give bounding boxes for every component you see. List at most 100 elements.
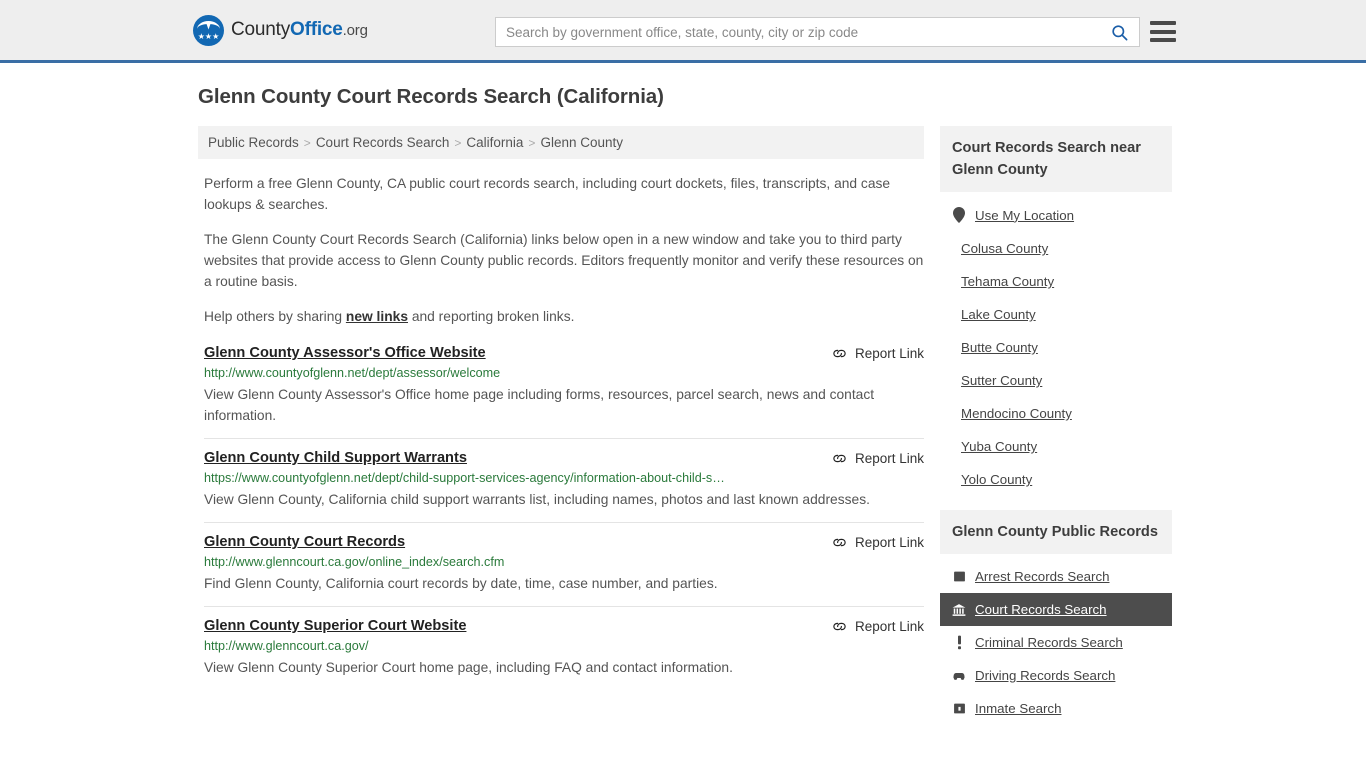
sidebar-item-label: Arrest Records Search bbox=[975, 569, 1110, 584]
sidebar-item-label: Colusa County bbox=[961, 241, 1049, 256]
result-header: Glenn County Superior Court Website Repor… bbox=[204, 618, 924, 634]
result-description: View Glenn County Assessor's Office home… bbox=[204, 387, 875, 423]
intro-paragraph-1: Perform a free Glenn County, CA public c… bbox=[204, 176, 891, 212]
records-link-criminal-records-search[interactable]: Criminal Records Search bbox=[940, 626, 1172, 659]
sidebar-item-label: Tehama County bbox=[961, 274, 1055, 289]
search-icon bbox=[1111, 24, 1127, 40]
sidebar-item-label: Butte County bbox=[961, 340, 1038, 355]
nearby-link-sutter-county[interactable]: Sutter County bbox=[940, 364, 1172, 397]
sidebar-item-label: Criminal Records Search bbox=[975, 635, 1123, 650]
car-icon bbox=[952, 669, 966, 682]
new-links-link[interactable]: new links bbox=[346, 309, 408, 324]
records-link-driving-records-search[interactable]: Driving Records Search bbox=[940, 659, 1172, 692]
result-item: Glenn County Court Records Report Link htt… bbox=[204, 522, 924, 606]
result-header: Glenn County Assessor's Office Website Re… bbox=[204, 345, 924, 361]
breadcrumb-item-2[interactable]: California bbox=[466, 135, 523, 150]
result-url[interactable]: http://www.glenncourt.ca.gov/ bbox=[204, 639, 924, 653]
jail-icon bbox=[953, 703, 965, 714]
page-title: Glenn County Court Records Search (Calif… bbox=[198, 85, 664, 108]
nearby-link-butte-county[interactable]: Butte County bbox=[940, 331, 1172, 364]
result-header: Glenn County Court Records Report Link bbox=[204, 534, 924, 550]
sidebar-item-label: Yolo County bbox=[961, 472, 1033, 487]
result-description: Find Glenn County, California court reco… bbox=[204, 576, 718, 591]
logo-text-org: .org bbox=[342, 22, 368, 39]
report-link-button[interactable]: Report Link bbox=[832, 618, 924, 634]
records-link-court-records-search[interactable]: Court Records Search bbox=[940, 593, 1172, 626]
breadcrumb: Public Records > Court Records Search > … bbox=[198, 126, 924, 159]
intro-paragraph-3: Help others by sharing new links and rep… bbox=[204, 306, 924, 327]
public-records-title: Glenn County Public Records bbox=[940, 510, 1172, 554]
breadcrumb-item-0[interactable]: Public Records bbox=[208, 135, 299, 150]
nearby-link-colusa-county[interactable]: Colusa County bbox=[940, 232, 1172, 265]
result-header: Glenn County Child Support Warrants Repor… bbox=[204, 450, 924, 466]
search-input[interactable] bbox=[496, 18, 1099, 46]
sidebar-item-label: Use My Location bbox=[975, 207, 1075, 223]
nearby-link-yolo-county[interactable]: Yolo County bbox=[940, 463, 1172, 496]
car-icon bbox=[953, 673, 965, 680]
result-description: View Glenn County Superior Court home pa… bbox=[204, 660, 733, 675]
breadcrumb-item-1[interactable]: Court Records Search bbox=[316, 135, 450, 150]
site-header: ★★★ CountyOffice.org bbox=[0, 0, 1366, 63]
nearby-link-lake-county[interactable]: Lake County bbox=[940, 298, 1172, 331]
result-description: View Glenn County, California child supp… bbox=[204, 492, 870, 507]
report-link-label: Report Link bbox=[854, 346, 924, 361]
result-title-link[interactable]: Glenn County Child Support Warrants bbox=[204, 450, 467, 466]
sidebar-item-label: Inmate Search bbox=[975, 701, 1062, 716]
fingerprint-icon bbox=[953, 571, 965, 582]
broken-link-icon bbox=[833, 538, 846, 547]
map-pin-icon bbox=[952, 207, 966, 223]
result-url[interactable]: http://www.countyofglenn.net/dept/assess… bbox=[204, 366, 924, 380]
breadcrumb-item-3[interactable]: Glenn County bbox=[540, 135, 623, 150]
map-pin-icon bbox=[953, 207, 965, 223]
report-link-label: Report Link bbox=[854, 451, 924, 466]
result-url[interactable]: https://www.countyofglenn.net/dept/child… bbox=[204, 471, 924, 485]
nearby-link-use-my-location[interactable]: Use My Location bbox=[940, 198, 1172, 232]
result-title-link[interactable]: Glenn County Court Records bbox=[204, 534, 405, 550]
nearby-county-list: Use My Location Colusa County Tehama Count… bbox=[940, 192, 1172, 496]
emblem-stars: ★★★ bbox=[197, 31, 220, 41]
sidebar-item-label: Driving Records Search bbox=[975, 668, 1116, 683]
exclamation-icon bbox=[957, 635, 961, 650]
intro-p3-after: and reporting broken links. bbox=[408, 309, 575, 324]
report-link-label: Report Link bbox=[854, 535, 924, 550]
report-link-button[interactable]: Report Link bbox=[832, 534, 924, 550]
nearby-link-yuba-county[interactable]: Yuba County bbox=[940, 430, 1172, 463]
logo-text-office: Office bbox=[290, 19, 343, 40]
site-logo[interactable]: ★★★ CountyOffice.org bbox=[193, 14, 368, 46]
sidebar-item-label: Sutter County bbox=[961, 373, 1043, 388]
sidebar-item-label: Yuba County bbox=[961, 439, 1038, 454]
report-link-label: Report Link bbox=[854, 619, 924, 634]
hamburger-menu-icon[interactable] bbox=[1150, 21, 1176, 42]
intro-paragraph-2: The Glenn County Court Records Search (C… bbox=[204, 232, 924, 289]
search-bar bbox=[495, 17, 1140, 47]
result-title-link[interactable]: Glenn County Superior Court Website bbox=[204, 618, 466, 634]
breadcrumb-separator: > bbox=[303, 135, 311, 150]
intro-text: Perform a free Glenn County, CA public c… bbox=[204, 173, 924, 327]
nearby-link-mendocino-county[interactable]: Mendocino County bbox=[940, 397, 1172, 430]
county-office-emblem-icon: ★★★ bbox=[193, 14, 224, 46]
result-url[interactable]: http://www.glenncourt.ca.gov/online_inde… bbox=[204, 555, 924, 569]
nearby-searches-panel: Court Records Search near Glenn County U… bbox=[940, 126, 1172, 496]
breadcrumb-separator: > bbox=[454, 135, 462, 150]
report-link-button[interactable]: Report Link bbox=[832, 345, 924, 361]
courthouse-icon bbox=[952, 603, 966, 617]
broken-link-icon bbox=[833, 349, 846, 358]
exclamation-icon bbox=[952, 635, 966, 650]
search-button[interactable] bbox=[1099, 18, 1139, 46]
broken-link-icon bbox=[833, 454, 846, 463]
records-link-inmate-search[interactable]: Inmate Search bbox=[940, 692, 1172, 725]
records-link-arrest-records-search[interactable]: Arrest Records Search bbox=[940, 560, 1172, 593]
public-records-list: Arrest Records Search Court Records Searc… bbox=[940, 554, 1172, 725]
sidebar-item-label: Lake County bbox=[961, 307, 1036, 322]
results-list: Glenn County Assessor's Office Website Re… bbox=[204, 341, 924, 690]
nearby-link-tehama-county[interactable]: Tehama County bbox=[940, 265, 1172, 298]
sidebar-item-label: Court Records Search bbox=[975, 602, 1107, 617]
result-title-link[interactable]: Glenn County Assessor's Office Website bbox=[204, 345, 486, 361]
result-item: Glenn County Assessor's Office Website Re… bbox=[204, 341, 924, 438]
public-records-panel: Glenn County Public Records Arrest Recor… bbox=[940, 510, 1172, 725]
logo-text-county: County bbox=[231, 19, 291, 40]
fingerprint-icon bbox=[952, 570, 966, 583]
sidebar-item-label: Mendocino County bbox=[961, 406, 1072, 421]
jail-icon bbox=[952, 702, 966, 715]
report-link-button[interactable]: Report Link bbox=[832, 450, 924, 466]
